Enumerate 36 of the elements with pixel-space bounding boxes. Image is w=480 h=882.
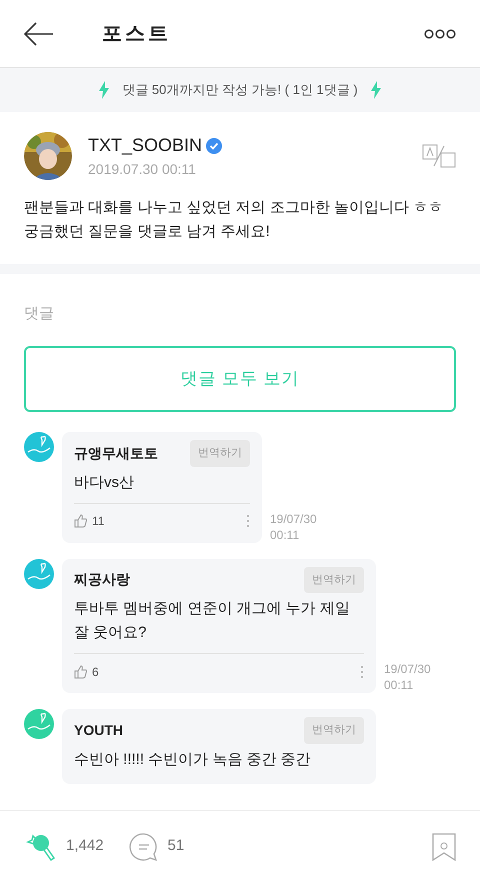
comment-date: 19/07/30 <box>270 510 317 526</box>
post-date: 2019.07.30 00:11 <box>88 160 197 179</box>
avatar-icon <box>24 558 54 588</box>
comment-text: 투바투 멤버중에 연준이 개그에 누가 제일 잘 웃어요? <box>74 599 351 643</box>
comment-count: 51 <box>168 836 184 856</box>
comment-time: 00:11 <box>270 526 300 542</box>
like-count: 6 <box>92 664 99 680</box>
author-name: TXT_SOOBIN <box>88 134 202 157</box>
bookmark-icon[interactable] <box>432 832 456 860</box>
cheer-count: 1,442 <box>66 836 104 856</box>
thumbs-up-icon[interactable] <box>74 664 88 678</box>
notice-text: 댓글 50개까지만 작성 가능! ( 1인 1댓글 ) <box>122 81 358 100</box>
comment-text: 수빈아 !!!!! 수빈이가 녹음 중간 중간 <box>74 750 312 770</box>
comment-date: 19/07/30 <box>384 661 431 677</box>
translate-button[interactable]: 번역하기 <box>190 440 250 466</box>
translate-icon[interactable] <box>422 144 456 168</box>
translate-button[interactable]: 번역하기 <box>304 717 364 744</box>
commenter-name: 규앵무새토토 <box>74 444 158 463</box>
lightning-icon <box>370 81 382 99</box>
comments-label: 댓글 <box>24 305 54 322</box>
like-count: 11 <box>92 513 104 530</box>
post-body: 팬분들과 대화를 나누고 싶었던 저의 조그마한 놀이입니다 ㅎㅎ 궁금했던 질문을 댓글로 남겨 주세요! <box>24 198 444 242</box>
more-icon[interactable] <box>424 28 456 38</box>
page-title: 포스트 <box>102 22 171 46</box>
comment-time: 00:11 <box>384 677 414 693</box>
comment-text: 바다vs산 <box>74 472 135 492</box>
avatar-icon <box>24 709 54 739</box>
back-arrow-icon[interactable] <box>24 22 54 46</box>
comment-icon[interactable] <box>128 830 160 862</box>
lightning-icon <box>98 81 110 99</box>
view-all-comments-button[interactable]: 댓글 모두 보기 <box>24 346 456 412</box>
thumbs-up-icon[interactable] <box>74 514 88 528</box>
commenter-name: YOUTH <box>74 720 123 740</box>
translate-button[interactable]: 번역하기 <box>304 566 364 593</box>
commenter-name: 찌공사랑 <box>74 570 130 590</box>
avatar-icon <box>24 432 54 462</box>
